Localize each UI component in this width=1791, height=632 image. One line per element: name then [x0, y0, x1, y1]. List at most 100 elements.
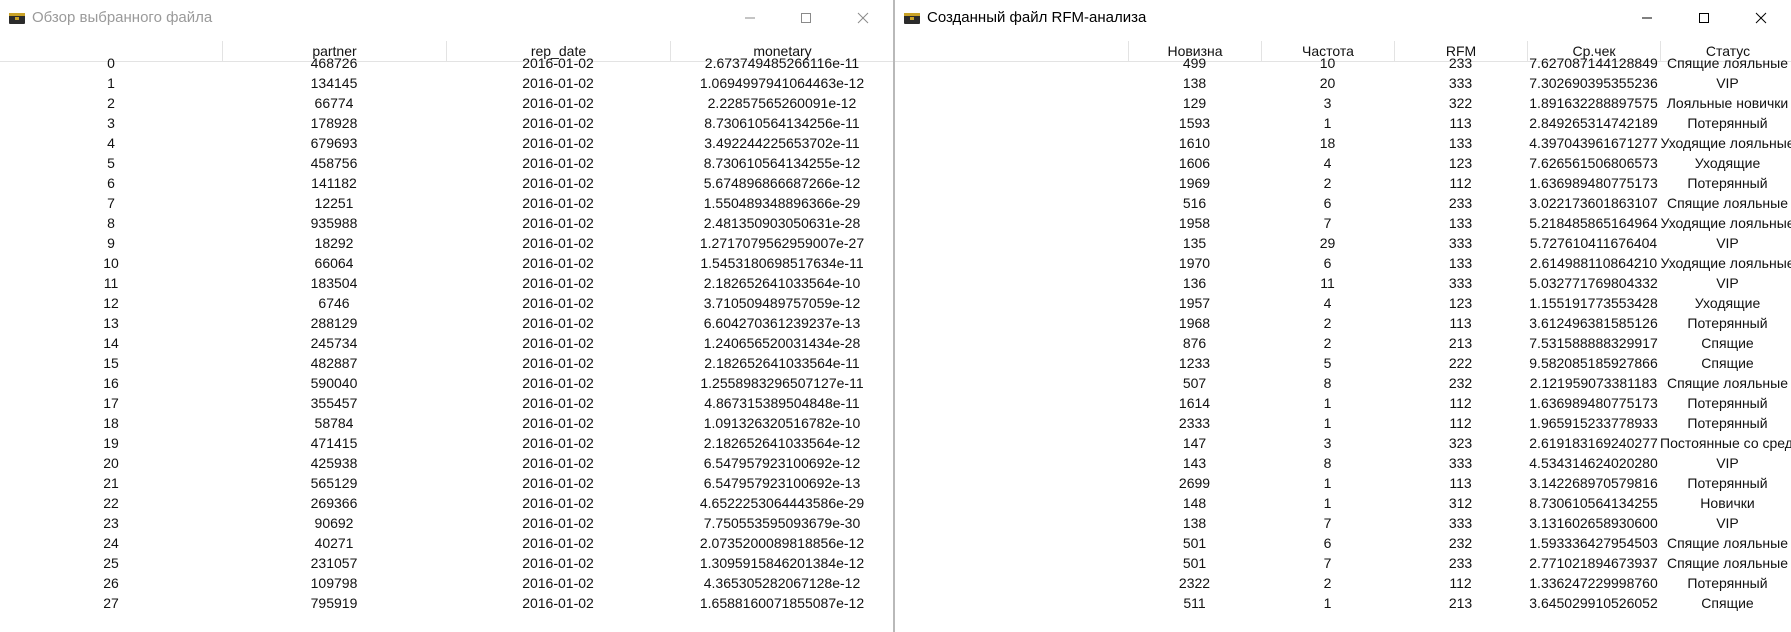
table-row[interactable]: 136 11 333 5.032771769804332 VIP	[895, 273, 1791, 293]
table-cell: 18	[103, 415, 119, 431]
table-row[interactable]: 2699 1 113 3.142268970579816 Потерянный	[895, 473, 1791, 493]
table-cell: 112	[1449, 575, 1472, 591]
maximize-button[interactable]	[783, 0, 829, 36]
table-cell: 233	[1448, 55, 1473, 71]
table-row[interactable]: 21 565129 2016-01-02 6.547957923100692e-13	[0, 473, 893, 493]
table-row[interactable]: 7 12251 2016-01-02 1.550489348896366e-29	[0, 193, 893, 213]
table-row[interactable]: 10 66064 2016-01-02 1.5453180698517634e-11	[0, 253, 893, 273]
table-row[interactable]: 507 8 232 2.121959073381183 Спящие лояльные	[895, 373, 1791, 393]
table-row[interactable]: 1233 5 222 9.582085185927866 Спящие	[895, 353, 1791, 373]
table-cell: 2016-01-02	[522, 435, 594, 451]
preview-title-bar[interactable]: Обзор выбранного файла	[0, 0, 893, 36]
table-row[interactable]: 1614 1 112 1.636989480775173 Потерянный	[895, 393, 1791, 413]
table-row[interactable]: 6 141182 2016-01-02 5.674896866687266e-12	[0, 173, 893, 193]
table-row[interactable]: 12 6746 2016-01-02 3.710509489757059e-12	[0, 293, 893, 313]
table-cell: 6.547957923100692e-12	[703, 455, 861, 471]
table-row[interactable]: 16 590040 2016-01-02 1.2558983296507127e-11	[0, 373, 893, 393]
table-cell: 1.155191773553428	[1529, 295, 1658, 311]
table-cell	[895, 113, 1128, 133]
table-row[interactable]: 1958 7 133 5.218485865164964 Уходящие лояльн…	[895, 213, 1791, 233]
table-row[interactable]: 1 134145 2016-01-02 1.0694997941064463e-12	[0, 73, 893, 93]
table-row[interactable]: 1593 1 113 2.849265314742189 Потерянный	[895, 113, 1791, 133]
table-row[interactable]: 26 109798 2016-01-02 4.365305282067128e-12	[0, 573, 893, 593]
table-row[interactable]: 511 1 213 3.645029910526052 Спящие	[895, 593, 1791, 613]
table-cell: 0	[107, 55, 115, 71]
table-cell: VIP	[1716, 275, 1739, 291]
table-row[interactable]: 22 269366 2016-01-02 4.6522253064443586e-29	[0, 493, 893, 513]
table-row[interactable]: 3 178928 2016-01-02 8.730610564134256e-11	[0, 113, 893, 133]
table-cell: 507	[1182, 375, 1207, 391]
table-row[interactable]: 516 6 233 3.022173601863107 Спящие лояльные	[895, 193, 1791, 213]
table-row[interactable]: 27 795919 2016-01-02 1.6588160071855087e-12	[0, 593, 893, 613]
table-row[interactable]: 8 935988 2016-01-02 2.481350903050631e-28	[0, 213, 893, 233]
table-row[interactable]: 135 29 333 5.727610411676404 VIP	[895, 233, 1791, 253]
table-cell: 6.547957923100692e-13	[703, 475, 861, 491]
table-row[interactable]: 499 10 233 7.627087144128849 Спящие лояльные	[895, 53, 1791, 73]
close-button[interactable]	[840, 0, 886, 36]
table-row[interactable]: 5 458756 2016-01-02 8.730610564134255e-12	[0, 153, 893, 173]
table-row[interactable]: 4 679693 2016-01-02 3.492244225653702e-11	[0, 133, 893, 153]
table-row[interactable]: 501 7 233 2.771021894673937 Спящие лояльные	[895, 553, 1791, 573]
table-row[interactable]: 1969 2 112 1.636989480775173 Потерянный	[895, 173, 1791, 193]
table-row[interactable]: 24 40271 2016-01-02 2.0735200089818856e-12	[0, 533, 893, 553]
table-row[interactable]: 1957 4 123 1.155191773553428 Уходящие	[895, 293, 1791, 313]
table-cell: Спящие	[1701, 355, 1754, 371]
table-row[interactable]: 17 355457 2016-01-02 4.867315389504848e-11	[0, 393, 893, 413]
table-row[interactable]: 148 1 312 8.730610564134255 Новички	[895, 493, 1791, 513]
table-row[interactable]: 1968 2 113 3.612496381585126 Потерянный	[895, 313, 1791, 333]
table-row[interactable]: 9 18292 2016-01-02 1.2717079562959007e-27	[0, 233, 893, 253]
table-cell: 5.674896866687266e-12	[703, 175, 861, 191]
minimize-button[interactable]	[727, 0, 773, 36]
table-row[interactable]: 2322 2 112 1.336247229998760 Потерянный	[895, 573, 1791, 593]
table-cell: 312	[1448, 495, 1473, 511]
table-cell: 1.891632288897575	[1529, 95, 1658, 111]
table-cell: 1606	[1178, 155, 1211, 171]
table-row[interactable]: 138 20 333 7.302690395355236 VIP	[895, 73, 1791, 93]
table-row[interactable]: 143 8 333 4.534314624020280 VIP	[895, 453, 1791, 473]
table-cell: Спящие лояльные	[1666, 375, 1789, 391]
table-cell: Потерянный	[1687, 115, 1768, 131]
table-cell: 1233	[1178, 355, 1211, 371]
table-row[interactable]: 19 471415 2016-01-02 2.182652641033564e-12	[0, 433, 893, 453]
table-cell: 5.032771769804332	[1529, 275, 1658, 291]
rfm-title-bar[interactable]: Созданный файл RFM-анализа	[895, 0, 1791, 36]
table-cell	[895, 573, 1128, 593]
table-row[interactable]: 11 183504 2016-01-02 2.182652641033564e-10	[0, 273, 893, 293]
table-cell: 19	[103, 435, 119, 451]
table-row[interactable]: 129 3 322 1.891632288897575 Лояльные новички	[895, 93, 1791, 113]
minimize-button[interactable]	[1624, 0, 1670, 36]
table-cell: 1.593336427954503	[1529, 535, 1658, 551]
table-row[interactable]: 147 3 323 2.619183169240277 Постоянные со ср…	[895, 433, 1791, 453]
table-row[interactable]: 14 245734 2016-01-02 1.240656520031434e-28	[0, 333, 893, 353]
table-row[interactable]: 2 66774 2016-01-02 2.22857565260091e-12	[0, 93, 893, 113]
table-row[interactable]: 138 7 333 3.131602658930600 VIP	[895, 513, 1791, 533]
table-row[interactable]: 501 6 232 1.593336427954503 Спящие лояльные	[895, 533, 1791, 553]
table-row[interactable]: 13 288129 2016-01-02 6.604270361239237e-13	[0, 313, 893, 333]
table-row[interactable]: 15 482887 2016-01-02 2.182652641033564e-11	[0, 353, 893, 373]
table-row[interactable]: 2333 1 112 1.965915233778933 Потерянный	[895, 413, 1791, 433]
table-cell: 9	[107, 235, 115, 251]
rfm-window-title: Созданный файл RFM-анализа	[927, 9, 1147, 26]
table-row[interactable]: 0 468726 2016-01-02 2.673749485266116e-11	[0, 53, 893, 73]
table-cell: 7	[1323, 515, 1332, 531]
table-cell: Спящие лояльные	[1666, 535, 1789, 551]
table-row[interactable]: 20 425938 2016-01-02 6.547957923100692e-12	[0, 453, 893, 473]
table-cell: 269366	[310, 495, 358, 511]
table-row[interactable]: 18 58784 2016-01-02 1.091326320516782e-10	[0, 413, 893, 433]
table-cell: 24	[103, 535, 119, 551]
table-row[interactable]: 1606 4 123 7.626561506806573 Уходящие	[895, 153, 1791, 173]
table-cell: 2.22857565260091e-12	[707, 95, 857, 111]
close-button[interactable]	[1738, 0, 1784, 36]
maximize-button[interactable]	[1681, 0, 1727, 36]
table-cell: 1593	[1178, 115, 1211, 131]
table-cell: 501	[1182, 555, 1207, 571]
table-row[interactable]: 1610 18 133 4.397043961671277 Уходящие лояль…	[895, 133, 1791, 153]
table-cell: 14	[103, 335, 119, 351]
table-row[interactable]: 25 231057 2016-01-02 1.3095915846201384e-12	[0, 553, 893, 573]
table-cell: 147	[1182, 435, 1207, 451]
table-cell: 9.582085185927866	[1529, 355, 1658, 371]
table-row[interactable]: 1970 6 133 2.614988110864210 Уходящие лояльн…	[895, 253, 1791, 273]
table-row[interactable]: 876 2 213 7.531588888329917 Спящие	[895, 333, 1791, 353]
table-row[interactable]: 23 90692 2016-01-02 7.750553595093679e-30	[0, 513, 893, 533]
table-cell: 2016-01-02	[522, 135, 594, 151]
